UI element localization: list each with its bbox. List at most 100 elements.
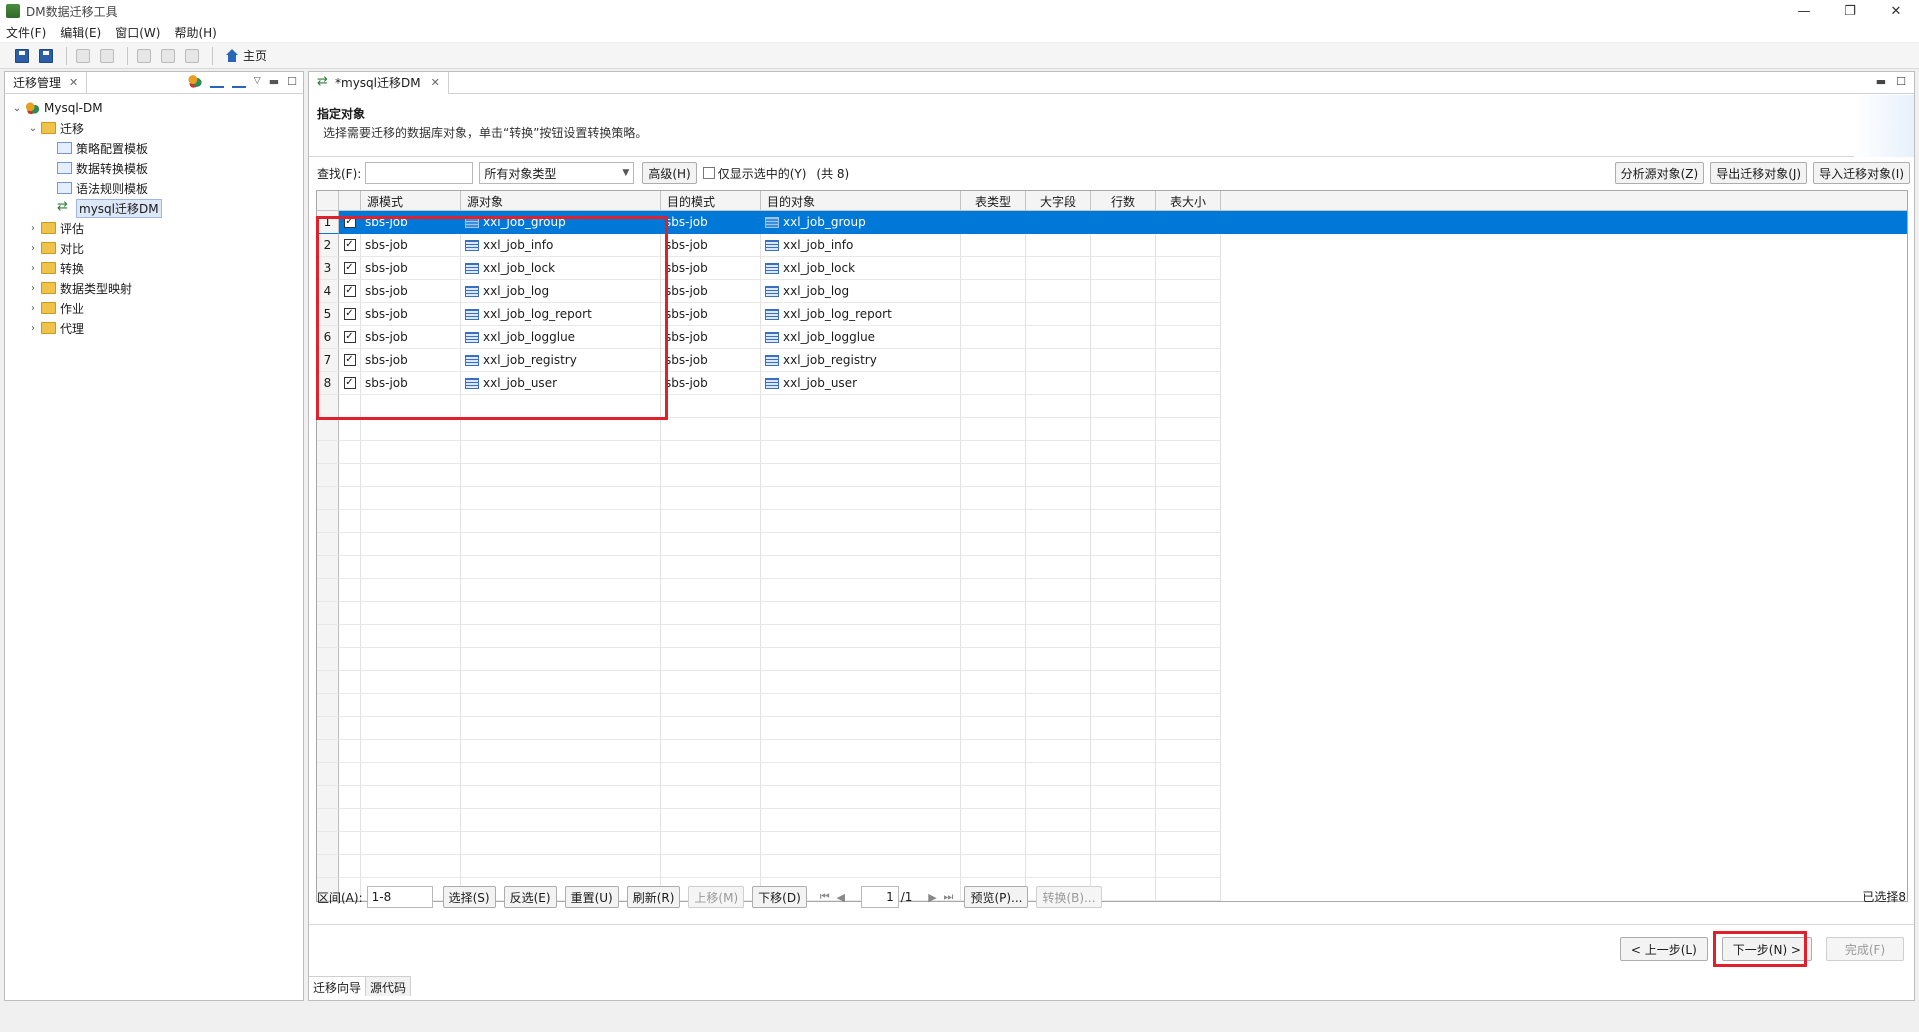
save-all-button[interactable] (36, 46, 56, 66)
home-label: 主页 (243, 49, 268, 63)
tab-wizard[interactable]: 迁移向导 (309, 977, 367, 996)
tab-migration-manager[interactable]: 迁移管理 ✕ (5, 71, 88, 94)
tree-item[interactable]: 语法规则模板 (5, 178, 303, 198)
chevron-right-icon[interactable]: › (27, 263, 39, 274)
tree-item[interactable]: › 转换 (5, 258, 303, 278)
menu-file[interactable]: 文件(F) (6, 24, 46, 41)
cell-dst-object: xxl_job_group (761, 211, 961, 234)
import-icon[interactable] (209, 74, 224, 88)
paste-button[interactable] (182, 46, 202, 66)
prev-page-icon[interactable]: ◀ (833, 891, 849, 904)
empty-cell (317, 441, 339, 464)
chevron-down-icon[interactable]: ⌄ (27, 123, 39, 134)
close-icon[interactable]: ✕ (69, 76, 78, 89)
advanced-button[interactable]: 高级(H) (642, 162, 697, 184)
refresh-button[interactable]: 刷新(R) (626, 886, 681, 908)
chevron-right-icon[interactable]: › (27, 243, 39, 254)
page-input[interactable]: 1 (860, 886, 899, 908)
last-page-icon[interactable]: ⏭ (940, 890, 956, 904)
view-menu-icon[interactable]: ▽ (254, 76, 261, 86)
next-page-icon[interactable]: ▶ (924, 891, 940, 904)
convert-button[interactable]: 转换(B)... (1036, 886, 1102, 908)
copy-button[interactable] (158, 46, 178, 66)
prev-step-button[interactable]: < 上一步(L) (1619, 937, 1708, 961)
tree-item[interactable]: ⌄ 迁移 (5, 118, 303, 138)
chevron-right-icon[interactable]: › (27, 303, 39, 314)
col-src-object[interactable]: 源对象 (461, 191, 661, 211)
empty-table-row (317, 786, 1907, 809)
select-button[interactable]: 选择(S) (442, 886, 496, 908)
restore-button[interactable]: ❐ (1827, 0, 1873, 22)
undo-button[interactable] (73, 46, 93, 66)
minimize-button[interactable]: — (1781, 0, 1827, 22)
move-up-button[interactable]: 上移(M) (688, 886, 745, 908)
col-table-type[interactable]: 表类型 (961, 191, 1026, 211)
tree-item[interactable]: 数据转换模板 (5, 158, 303, 178)
tree-item[interactable]: › 评估 (5, 218, 303, 238)
range-input[interactable]: 1-8 (366, 886, 433, 908)
empty-cell (961, 809, 1026, 832)
empty-cell (361, 602, 461, 625)
empty-cell (461, 786, 661, 809)
empty-cell (339, 487, 361, 510)
first-page-icon[interactable]: ⏮ (817, 890, 833, 904)
analyze-source-button[interactable]: 分析源对象(Z) (1614, 162, 1705, 184)
empty-cell (761, 855, 961, 878)
finish-button[interactable]: 完成(F) (1826, 937, 1904, 961)
only-selected-checkbox[interactable] (702, 167, 715, 179)
tab-source-code[interactable]: 源代码 (366, 977, 412, 996)
search-input[interactable] (365, 162, 474, 184)
close-icon[interactable]: ✕ (431, 76, 440, 89)
home-button[interactable]: 主页 (225, 47, 267, 64)
maximize-editor-icon[interactable]: ☐ (1896, 75, 1906, 88)
export-icon[interactable] (231, 74, 246, 88)
empty-cell (761, 418, 961, 441)
object-type-select[interactable]: 所有对象类型 ▼ (479, 162, 635, 184)
tree-item[interactable]: 策略配置模板 (5, 138, 303, 158)
empty-cell (1156, 510, 1221, 533)
chevron-right-icon[interactable]: › (27, 223, 39, 234)
empty-cell (1026, 786, 1091, 809)
tree-item[interactable]: ⌄ Mysql-DM (5, 98, 303, 118)
tree-item[interactable]: › 代理 (5, 318, 303, 338)
new-project-icon[interactable] (187, 74, 202, 88)
redo-button[interactable] (97, 46, 117, 66)
col-dst-object[interactable]: 目的对象 (761, 191, 961, 211)
col-lob[interactable]: 大字段 (1026, 191, 1091, 211)
minimize-panel-icon[interactable]: ▬ (269, 75, 279, 88)
menu-edit[interactable]: 编辑(E) (60, 24, 101, 41)
move-down-button[interactable]: 下移(D) (752, 886, 807, 908)
cell-size (1156, 280, 1221, 303)
invert-selection-button[interactable]: 反选(E) (503, 886, 557, 908)
tree-item[interactable]: › 数据类型映射 (5, 278, 303, 298)
maximize-panel-icon[interactable]: ☐ (287, 75, 297, 88)
undo-icon (76, 48, 90, 63)
menu-help[interactable]: 帮助(H) (174, 24, 216, 41)
empty-cell (1026, 533, 1091, 556)
chevron-right-icon[interactable]: › (27, 323, 39, 334)
minimize-editor-icon[interactable]: ▬ (1876, 75, 1886, 88)
chevron-right-icon[interactable]: › (27, 283, 39, 294)
export-objects-button[interactable]: 导出迁移对象(J) (1710, 162, 1808, 184)
tree-item[interactable]: › 作业 (5, 298, 303, 318)
col-src-schema[interactable]: 源模式 (361, 191, 461, 211)
tree-item[interactable]: mysql迁移DM (5, 198, 303, 218)
check-header[interactable] (339, 191, 361, 211)
table-icon (765, 239, 779, 251)
col-size[interactable]: 表大小 (1156, 191, 1221, 211)
chevron-down-icon[interactable]: ⌄ (11, 103, 23, 114)
menu-window[interactable]: 窗口(W) (115, 24, 160, 41)
empty-cell (661, 464, 761, 487)
col-dst-schema[interactable]: 目的模式 (661, 191, 761, 211)
folder-icon (41, 302, 56, 314)
tree-item[interactable]: › 对比 (5, 238, 303, 258)
preview-button[interactable]: 预览(P)... (964, 886, 1029, 908)
tab-mysql-migration[interactable]: *mysql迁移DM ✕ (309, 71, 449, 94)
import-objects-button[interactable]: 导入迁移对象(I) (1813, 162, 1910, 184)
close-button[interactable]: ✕ (1873, 0, 1919, 22)
col-rows[interactable]: 行数 (1091, 191, 1156, 211)
cut-button[interactable] (134, 46, 154, 66)
empty-cell (961, 533, 1026, 556)
reset-button[interactable]: 重置(U) (564, 886, 619, 908)
save-button[interactable] (12, 46, 32, 66)
